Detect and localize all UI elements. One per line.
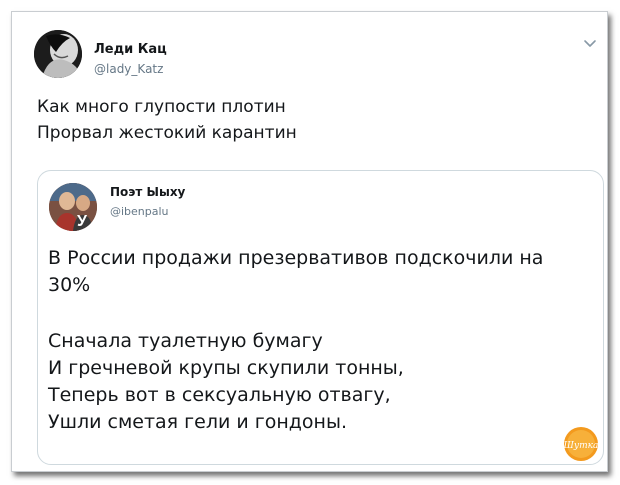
tweet-text-line: Прорвал жестокий карантин — [37, 123, 297, 143]
tweet-screenshot-frame: Леди Кац @lady_Katz Как много глупости п… — [11, 11, 608, 472]
quoted-text-line: 30% — [48, 274, 91, 296]
author-name[interactable]: Леди Кац — [94, 42, 167, 57]
quoted-text-line: Сначала туалетную бумагу — [48, 330, 323, 352]
author-avatar[interactable] — [34, 30, 82, 78]
author-avatar-image — [34, 30, 82, 78]
chevron-down-icon[interactable] — [582, 36, 598, 52]
quoted-author-avatar-image: У — [49, 183, 97, 231]
quoted-author-name[interactable]: Поэт Ыыху — [110, 185, 185, 199]
quoted-text-line: Ушли сметая гели и гондоны. — [48, 411, 347, 433]
watermark-text: Шутка — [563, 441, 598, 451]
quoted-author-avatar[interactable]: У — [49, 183, 97, 231]
quoted-text-line: Теперь вот в сексуальную отвагу, — [48, 384, 391, 406]
quoted-text-line: В России продажи презервативов подскочил… — [48, 247, 544, 269]
quoted-avatar-letter: У — [77, 213, 88, 230]
quoted-tweet-card[interactable]: У Поэт Ыыху @ibenpalu В России продажи п… — [37, 170, 604, 465]
quoted-author-handle[interactable]: @ibenpalu — [110, 205, 169, 218]
quoted-text-line: И гречневой крупы скупили тонны, — [48, 357, 404, 379]
site-logo-badge: Шутка — [563, 426, 599, 462]
tweet-text-line: Как много глупости плотин — [37, 97, 286, 117]
author-handle[interactable]: @lady_Katz — [94, 62, 163, 76]
